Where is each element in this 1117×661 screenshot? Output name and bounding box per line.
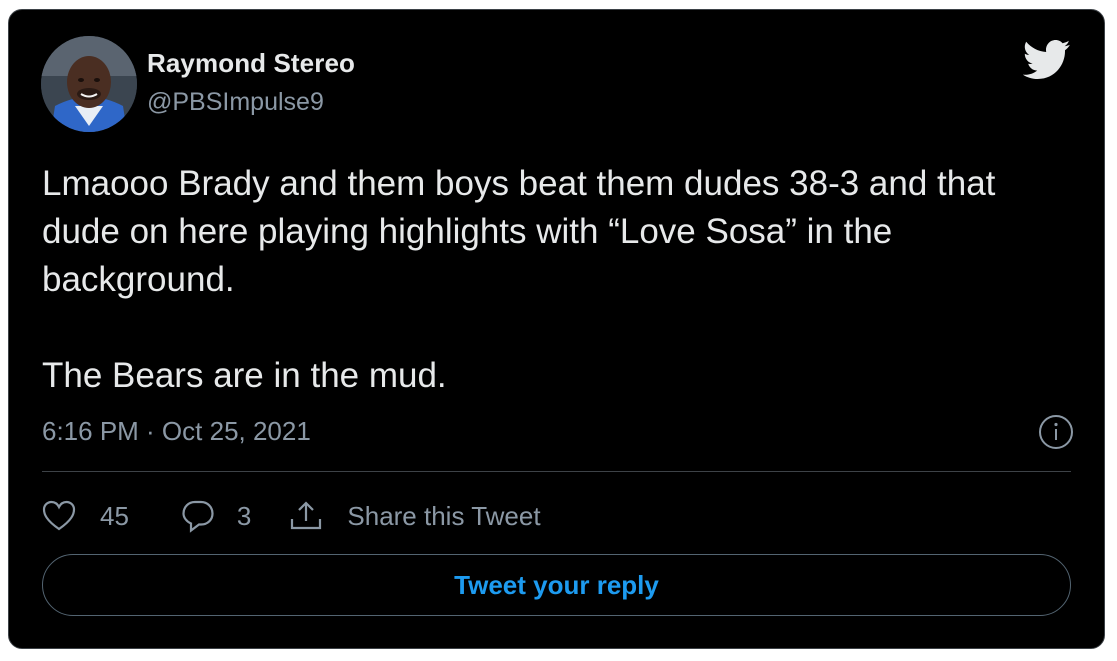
divider <box>42 471 1071 472</box>
share-upload-icon <box>291 501 322 530</box>
tweet-your-reply-button[interactable]: Tweet your reply <box>42 554 1071 616</box>
speech-bubble-icon <box>182 500 214 533</box>
tweet-card: Raymond Stereo @PBSImpulse9 Lmaooo Brady… <box>8 9 1105 649</box>
tweet-actions: 45 3 Share this Tweet <box>42 492 541 540</box>
twitter-bird-icon[interactable] <box>1022 40 1071 80</box>
info-icon[interactable] <box>1038 414 1074 450</box>
like-button[interactable]: 45 <box>42 500 129 532</box>
reply-button[interactable]: 3 <box>181 499 251 533</box>
tweet-timestamp[interactable]: 6:16 PM · Oct 25, 2021 <box>42 416 311 447</box>
author-handle[interactable]: @PBSImpulse9 <box>147 88 324 117</box>
avatar[interactable] <box>41 36 137 132</box>
avatar-image <box>41 36 137 132</box>
share-button[interactable]: Share this Tweet <box>289 499 541 533</box>
heart-icon <box>42 500 76 531</box>
tweet-text: Lmaooo Brady and them boys beat them dud… <box>42 164 996 395</box>
share-label: Share this Tweet <box>347 500 541 531</box>
author-display-name[interactable]: Raymond Stereo <box>147 48 355 79</box>
like-count: 45 <box>100 500 129 531</box>
reply-count: 3 <box>236 500 252 531</box>
